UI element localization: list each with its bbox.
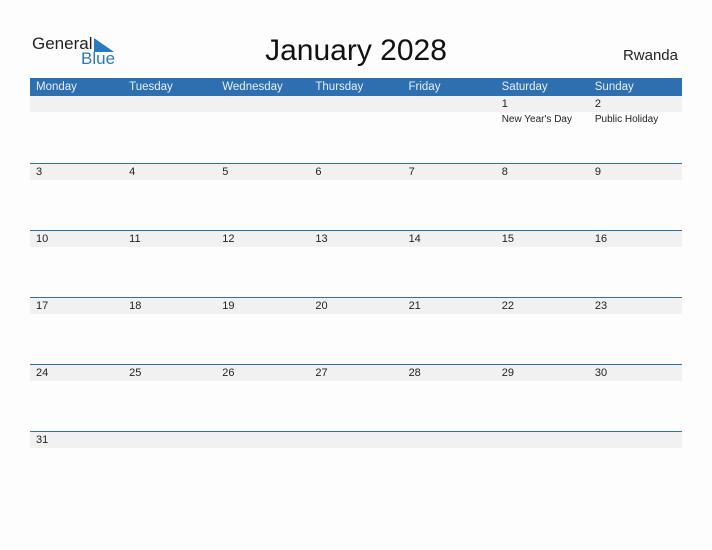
day-number: 4 [129,166,136,178]
day-number: 5 [222,166,229,178]
day-number: 24 [36,367,49,379]
day-number: 10 [36,233,49,245]
day-cell: 30 [589,365,682,432]
country-label: Rwanda [622,47,678,64]
day-cell [309,432,402,499]
day-cell [123,96,216,163]
day-number: 3 [36,166,43,178]
day-cell: 6 [309,164,402,231]
day-cell: 17 [30,298,123,365]
day-number: 22 [501,300,514,312]
day-number: 15 [501,233,514,245]
day-cell [589,432,682,499]
holiday-label: New Year's Day [501,114,572,125]
weekday-label: Tuesday [129,81,173,93]
day-number: 19 [222,300,235,312]
day-cell: 27 [309,365,402,432]
day-cell: 15 [496,231,589,298]
day-number: 26 [222,367,235,379]
weekday-header: Monday Tuesday Wednesday Thursday Friday… [30,78,682,96]
day-cell: 8 [496,164,589,231]
day-cell: 16 [589,231,682,298]
day-number: 17 [36,300,49,312]
day-number: 29 [501,367,514,379]
day-number: 23 [594,300,608,312]
day-cell: 31 [30,432,123,499]
day-cell: 21 [403,298,496,365]
weekday-label: Wednesday [222,81,283,93]
day-number: 28 [408,367,421,379]
day-number: 1 [501,98,508,110]
day-cell: 11 [123,231,216,298]
week-row: 1 New Year's Day 2 Public Holiday [30,96,682,163]
day-number: 14 [408,233,421,245]
day-number: 2 [594,98,601,110]
day-cell: 28 [403,365,496,432]
day-cell: 5 [216,164,309,231]
day-cell: 13 [309,231,402,298]
week-row: 31 [30,431,682,499]
day-cell: 25 [123,365,216,432]
day-cell: 24 [30,365,123,432]
day-number: 7 [408,166,415,178]
week-row: 3 4 5 6 7 8 9 [30,163,682,231]
day-cell: 2 Public Holiday [589,96,682,163]
day-cell: 18 [123,298,216,365]
weekday-label: Thursday [315,81,364,93]
holiday-label: Public Holiday [594,114,659,125]
day-number: 8 [501,166,508,178]
day-cell [216,96,309,163]
week-row: 24 25 26 27 28 29 30 [30,364,682,432]
day-cell: 1 New Year's Day [496,96,589,163]
day-cell [403,96,496,163]
day-number: 9 [594,166,601,178]
day-cell: 26 [216,365,309,432]
day-number: 11 [129,233,141,245]
day-number: 21 [408,300,421,312]
day-cell: 20 [309,298,402,365]
day-number: 31 [36,434,49,446]
day-number: 18 [129,300,142,312]
day-cell [216,432,309,499]
day-cell [309,96,402,163]
day-number: 30 [594,367,608,379]
day-number: 13 [315,233,328,245]
day-cell [123,432,216,499]
weekday-label: Saturday [501,81,548,93]
day-cell: 9 [589,164,682,231]
weekday-label: Monday [36,81,77,93]
day-cell [496,432,589,499]
day-number: 27 [315,367,328,379]
day-cell: 12 [216,231,309,298]
day-cell: 22 [496,298,589,365]
day-cell [30,96,123,163]
day-number: 16 [594,233,608,245]
weekday-label: Friday [408,81,441,93]
day-number: 12 [222,233,235,245]
weekday-label: Sunday [594,81,634,93]
day-cell: 19 [216,298,309,365]
day-cell: 14 [403,231,496,298]
day-number: 20 [315,300,328,312]
day-cell: 23 [589,298,682,365]
day-number: 25 [129,367,142,379]
day-cell: 10 [30,231,123,298]
day-cell: 4 [123,164,216,231]
day-cell: 29 [496,365,589,432]
week-row: 10 11 12 13 14 15 16 [30,230,682,298]
day-cell [403,432,496,499]
week-row: 17 18 19 20 21 22 23 [30,297,682,365]
day-cell: 3 [30,164,123,231]
calendar-title: January 2028 [265,34,447,67]
day-number: 6 [315,166,322,178]
day-cell: 7 [403,164,496,231]
